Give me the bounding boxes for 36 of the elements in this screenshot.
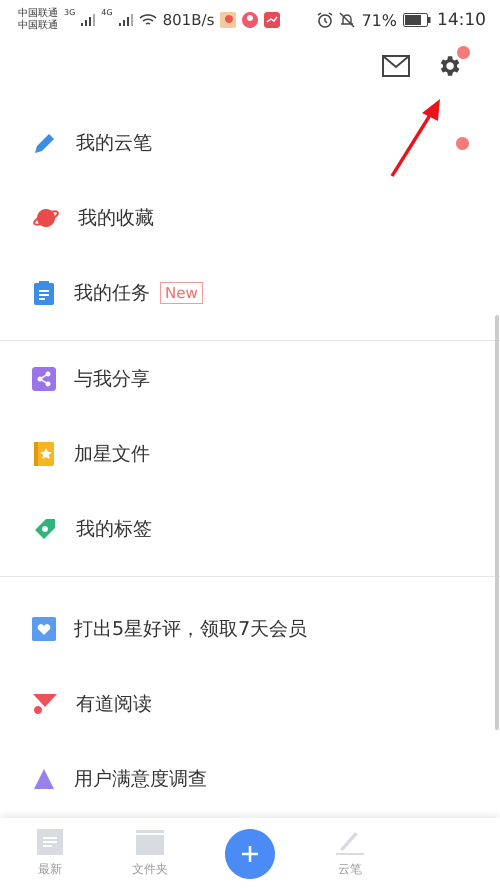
clipboard-icon <box>32 280 56 306</box>
signal-icon <box>81 14 96 26</box>
mail-icon[interactable] <box>382 54 410 76</box>
battery-icon <box>403 13 431 27</box>
menu-item-label[interactable]: 与我分享 <box>74 366 150 392</box>
bookmark-icon <box>32 692 58 714</box>
wifi-icon <box>138 13 157 27</box>
share-icon <box>32 366 56 390</box>
app-icon <box>242 12 258 28</box>
plus-icon <box>241 844 259 862</box>
muted-bell-icon <box>339 12 356 28</box>
network-type: 4G <box>101 8 113 17</box>
menu-item-label[interactable]: 加星文件 <box>74 440 150 466</box>
survey-icon <box>32 766 56 790</box>
app-icon <box>220 12 236 28</box>
folder-icon <box>136 829 164 855</box>
network-type: 3G <box>64 8 76 17</box>
menu-item-label[interactable]: 我的任务 <box>74 280 150 306</box>
menu-item-label[interactable]: 有道阅读 <box>76 690 152 716</box>
menu-item-label[interactable]: 我的标签 <box>76 516 152 542</box>
add-button[interactable] <box>225 828 275 878</box>
app-icon <box>264 12 280 28</box>
carrier-name: 中国联通 <box>18 8 58 20</box>
new-badge: New <box>160 282 203 304</box>
signal-icon <box>118 14 133 26</box>
battery-percentage: 71% <box>361 10 397 30</box>
clock-time: 14:10 <box>437 10 486 30</box>
menu-item-label[interactable]: 我的收藏 <box>78 204 154 230</box>
menu-item-label[interactable]: 用户满意度调查 <box>74 766 207 792</box>
document-icon <box>37 829 63 855</box>
alarm-icon <box>317 12 334 28</box>
carrier-name: 中国联通 <box>18 20 58 32</box>
network-speed: 801B/s <box>162 11 214 29</box>
menu-item-label[interactable]: 我的云笔 <box>76 130 152 156</box>
menu-item-label[interactable]: 打出5星好评，领取7天会员 <box>74 616 308 642</box>
pencil-icon <box>336 829 364 855</box>
